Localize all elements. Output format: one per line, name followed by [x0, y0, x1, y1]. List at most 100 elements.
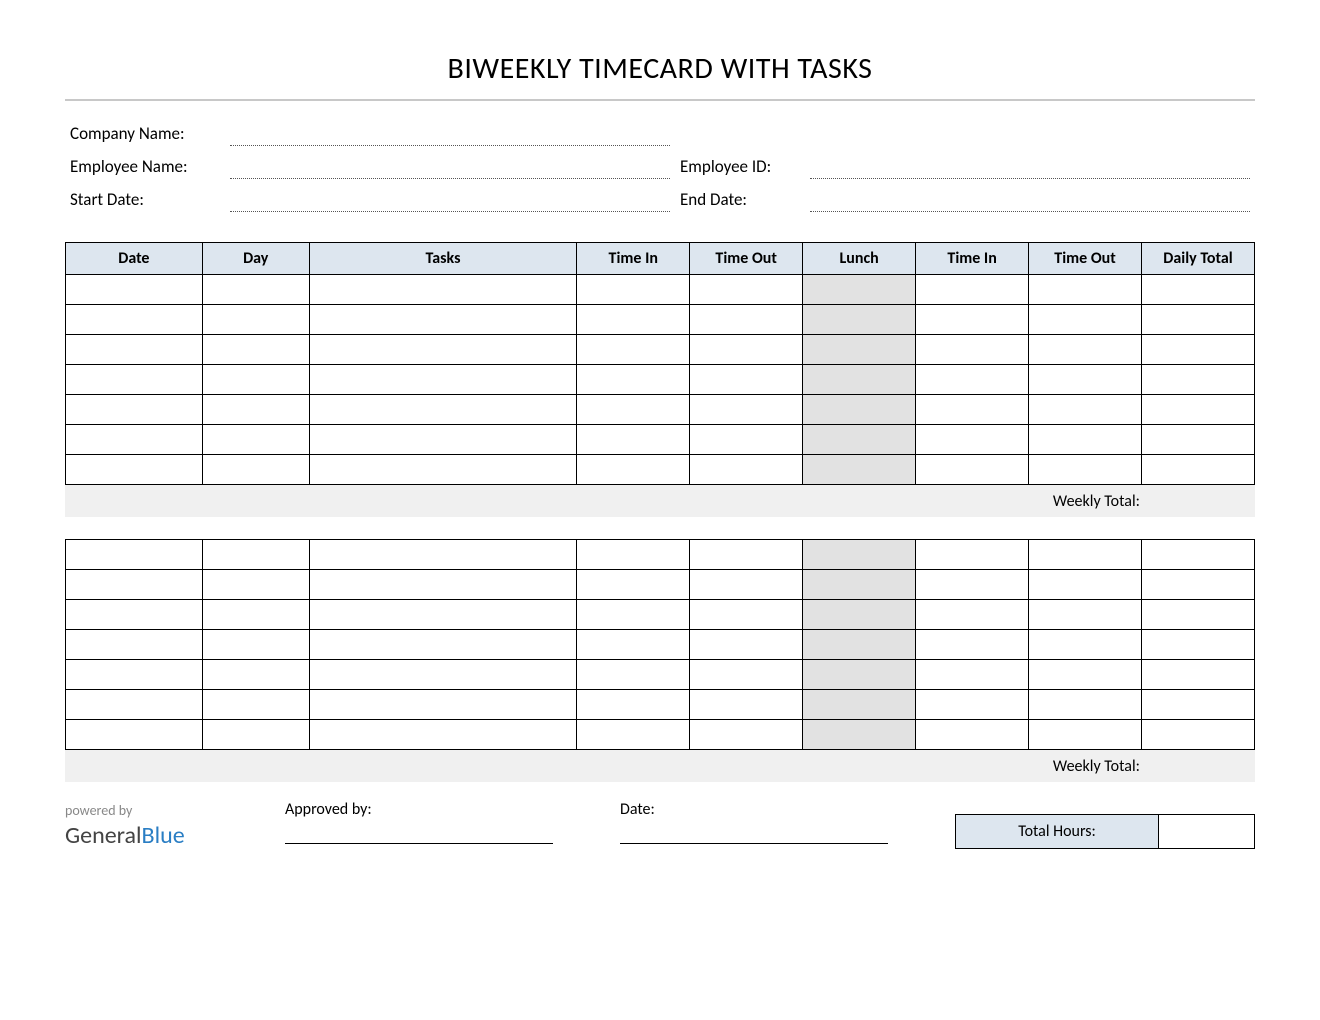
- cell[interactable]: [66, 600, 203, 630]
- cell[interactable]: [1142, 365, 1255, 395]
- cell[interactable]: [309, 720, 577, 750]
- cell[interactable]: [690, 540, 803, 570]
- cell[interactable]: [690, 660, 803, 690]
- cell[interactable]: [1142, 720, 1255, 750]
- lunch-cell[interactable]: [803, 425, 916, 455]
- cell[interactable]: [66, 540, 203, 570]
- cell[interactable]: [916, 660, 1029, 690]
- cell[interactable]: [1142, 690, 1255, 720]
- company-name-field[interactable]: [230, 126, 670, 146]
- cell[interactable]: [202, 630, 309, 660]
- cell[interactable]: [66, 660, 203, 690]
- cell[interactable]: [309, 600, 577, 630]
- cell[interactable]: [916, 570, 1029, 600]
- cell[interactable]: [66, 720, 203, 750]
- start-date-field[interactable]: [230, 192, 670, 212]
- cell[interactable]: [202, 660, 309, 690]
- cell[interactable]: [66, 395, 203, 425]
- cell[interactable]: [916, 630, 1029, 660]
- cell[interactable]: [690, 570, 803, 600]
- lunch-cell[interactable]: [803, 720, 916, 750]
- cell[interactable]: [577, 455, 690, 485]
- cell[interactable]: [690, 395, 803, 425]
- cell[interactable]: [690, 720, 803, 750]
- cell[interactable]: [577, 395, 690, 425]
- cell[interactable]: [1142, 600, 1255, 630]
- cell[interactable]: [66, 275, 203, 305]
- cell[interactable]: [202, 540, 309, 570]
- cell[interactable]: [202, 335, 309, 365]
- cell[interactable]: [1029, 630, 1142, 660]
- cell[interactable]: [309, 630, 577, 660]
- cell[interactable]: [1142, 540, 1255, 570]
- cell[interactable]: [577, 660, 690, 690]
- cell[interactable]: [309, 660, 577, 690]
- lunch-cell[interactable]: [803, 395, 916, 425]
- cell[interactable]: [66, 365, 203, 395]
- cell[interactable]: [1029, 395, 1142, 425]
- lunch-cell[interactable]: [803, 690, 916, 720]
- cell[interactable]: [309, 425, 577, 455]
- cell[interactable]: [202, 425, 309, 455]
- cell[interactable]: [66, 305, 203, 335]
- cell[interactable]: [1029, 425, 1142, 455]
- cell[interactable]: [1029, 660, 1142, 690]
- cell[interactable]: [577, 630, 690, 660]
- cell[interactable]: [690, 600, 803, 630]
- cell[interactable]: [202, 275, 309, 305]
- cell[interactable]: [309, 570, 577, 600]
- cell[interactable]: [916, 540, 1029, 570]
- cell[interactable]: [916, 600, 1029, 630]
- cell[interactable]: [916, 425, 1029, 455]
- cell[interactable]: [1142, 275, 1255, 305]
- cell[interactable]: [577, 690, 690, 720]
- cell[interactable]: [916, 455, 1029, 485]
- cell[interactable]: [577, 275, 690, 305]
- cell[interactable]: [1142, 570, 1255, 600]
- lunch-cell[interactable]: [803, 365, 916, 395]
- cell[interactable]: [690, 335, 803, 365]
- lunch-cell[interactable]: [803, 455, 916, 485]
- cell[interactable]: [309, 455, 577, 485]
- cell[interactable]: [202, 600, 309, 630]
- cell[interactable]: [690, 630, 803, 660]
- cell[interactable]: [309, 305, 577, 335]
- cell[interactable]: [1029, 600, 1142, 630]
- cell[interactable]: [66, 630, 203, 660]
- cell[interactable]: [577, 570, 690, 600]
- cell[interactable]: [1142, 305, 1255, 335]
- lunch-cell[interactable]: [803, 600, 916, 630]
- lunch-cell[interactable]: [803, 275, 916, 305]
- employee-id-field[interactable]: [810, 159, 1250, 179]
- cell[interactable]: [577, 335, 690, 365]
- cell[interactable]: [309, 690, 577, 720]
- cell[interactable]: [66, 455, 203, 485]
- cell[interactable]: [66, 570, 203, 600]
- cell[interactable]: [309, 540, 577, 570]
- cell[interactable]: [309, 395, 577, 425]
- cell[interactable]: [577, 720, 690, 750]
- cell[interactable]: [309, 365, 577, 395]
- lunch-cell[interactable]: [803, 305, 916, 335]
- cell[interactable]: [1142, 630, 1255, 660]
- cell[interactable]: [916, 720, 1029, 750]
- cell[interactable]: [202, 570, 309, 600]
- cell[interactable]: [202, 365, 309, 395]
- cell[interactable]: [1029, 335, 1142, 365]
- lunch-cell[interactable]: [803, 335, 916, 365]
- cell[interactable]: [66, 335, 203, 365]
- cell[interactable]: [916, 690, 1029, 720]
- cell[interactable]: [66, 425, 203, 455]
- lunch-cell[interactable]: [803, 570, 916, 600]
- cell[interactable]: [577, 540, 690, 570]
- cell[interactable]: [916, 395, 1029, 425]
- cell[interactable]: [916, 275, 1029, 305]
- approved-by-line[interactable]: [285, 843, 553, 844]
- cell[interactable]: [577, 365, 690, 395]
- cell[interactable]: [1029, 540, 1142, 570]
- cell[interactable]: [1029, 305, 1142, 335]
- cell[interactable]: [202, 690, 309, 720]
- cell[interactable]: [916, 365, 1029, 395]
- cell[interactable]: [1029, 365, 1142, 395]
- cell[interactable]: [1142, 455, 1255, 485]
